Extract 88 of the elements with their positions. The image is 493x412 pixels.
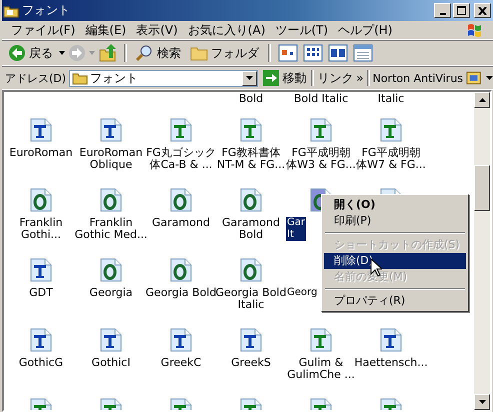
font-file-icon[interactable] [239,258,263,282]
large-icons-view-icon[interactable] [278,44,298,62]
font-name-label[interactable]: EuroRoman Oblique [78,147,144,171]
font-name-label[interactable]: Garamond Bold [221,217,281,241]
font-name-label[interactable]: Bold Italic [292,93,350,105]
font-name-label[interactable]: Georgia Bold [144,287,218,299]
close-button[interactable] [474,3,491,18]
font-name-label[interactable]: Georg [286,287,318,299]
font-file-icon[interactable] [169,188,193,212]
context-menu-item[interactable]: 開く(O) [324,197,466,213]
go-button[interactable]: 移動 [261,70,308,86]
font-name-label[interactable]: Gulim & GulimChe ... [286,357,356,381]
address-label: アドレス(D) [5,70,66,86]
font-name-label[interactable]: GreekC [160,357,202,369]
search-icon [136,44,154,62]
menu-item[interactable]: ヘルプ(H) [333,22,398,38]
scrollbar-thumb[interactable] [474,165,490,211]
font-name-label[interactable]: Haettensch... [353,357,429,369]
shield-icon[interactable] [466,70,482,86]
font-file-icon[interactable] [29,258,53,282]
minimize-button[interactable] [434,3,451,18]
menu-item[interactable]: ツール(T) [270,22,334,38]
font-file-icon[interactable] [169,328,193,352]
font-name-label[interactable]: FG平成明朝 体W3 & FG... [285,147,357,171]
search-button[interactable]: 検索 [133,44,184,62]
font-name-label[interactable]: GreekS [230,357,272,369]
folder-icon [3,4,19,18]
folders-button[interactable]: フォルダ [187,44,262,62]
font-name-label[interactable]: Franklin Gothi... [18,217,64,241]
font-file-icon[interactable] [169,258,193,282]
font-name-label[interactable]: Franklin Gothic Med... [74,217,148,241]
font-file-icon[interactable] [239,188,263,212]
minimize-icon [440,12,446,14]
dropdown-caret-icon[interactable] [59,51,65,55]
folder-icon [190,45,208,61]
window-title: フォント [22,2,71,19]
context-menu-item[interactable]: プロパティ(R) [324,293,466,309]
font-file-icon[interactable] [29,188,53,212]
font-file-icon[interactable] [379,118,403,142]
down-arrow-icon [478,400,486,404]
scroll-up-button[interactable] [474,92,490,108]
font-file-icon[interactable] [309,328,333,352]
font-name-label[interactable]: Garamond [151,217,211,229]
menu-item[interactable]: ファイル(F) [6,22,80,38]
address-field[interactable]: フォント [69,70,258,86]
chevron-button[interactable]: » [356,71,364,85]
font-file-icon[interactable] [169,118,193,142]
font-name-label[interactable]: FG教科書体 NT-M & FG... [216,147,286,171]
font-name-label[interactable]: EuroRoman [8,147,74,159]
maximize-button[interactable] [453,3,470,18]
folder-icon [72,71,88,85]
small-icons-view-icon[interactable] [303,44,323,62]
menu-item[interactable]: お気に入り(A) [182,22,270,38]
dropdown-caret-icon [246,76,254,80]
preview-view-icon[interactable] [328,44,348,62]
font-file-icon[interactable] [99,188,123,212]
font-name-label[interactable]: FG平成明朝 体W7 & FG... [355,147,427,171]
font-name-label[interactable]: Georgia [88,287,134,299]
font-file-icon[interactable] [239,118,263,142]
menu-item[interactable]: 編集(E) [80,22,132,38]
up-arrow-icon [478,98,486,102]
font-file-icon[interactable] [29,118,53,142]
font-file-icon[interactable] [99,328,123,352]
font-name-label[interactable]: Georgia Bold Italic [214,287,288,311]
font-file-icon[interactable] [309,118,333,142]
font-file-icon[interactable] [99,258,123,282]
font-name-label[interactable]: Gar It [286,217,306,241]
font-name-label[interactable]: Bold [238,93,264,105]
font-name-label[interactable]: GothicI [90,357,132,369]
font-name-label[interactable]: GDT [28,287,54,299]
menu-item[interactable]: 表示(V) [131,22,183,38]
font-name-label[interactable]: FG丸ゴシック 体Ca-B & ... [145,147,217,171]
scroll-down-button[interactable] [474,394,490,410]
close-icon [478,6,487,14]
context-menu-item[interactable]: 印刷(P) [324,213,466,229]
links-label[interactable]: リンク [317,70,354,86]
font-file-icon[interactable] [99,118,123,142]
font-name-label[interactable]: Italic [376,93,406,105]
font-file-icon[interactable] [29,328,53,352]
details-view-icon[interactable] [353,44,373,62]
back-button[interactable]: 戻る [5,44,56,62]
dropdown-caret-icon[interactable] [486,76,493,80]
font-file-icon[interactable] [239,328,263,352]
norton-toolbar-button[interactable]: Norton AntiVirus [372,72,464,84]
maximize-icon [457,6,466,15]
dropdown-button[interactable] [242,70,258,86]
font-file-icon[interactable] [379,328,403,352]
font-name-label[interactable]: GothicG [18,357,64,369]
